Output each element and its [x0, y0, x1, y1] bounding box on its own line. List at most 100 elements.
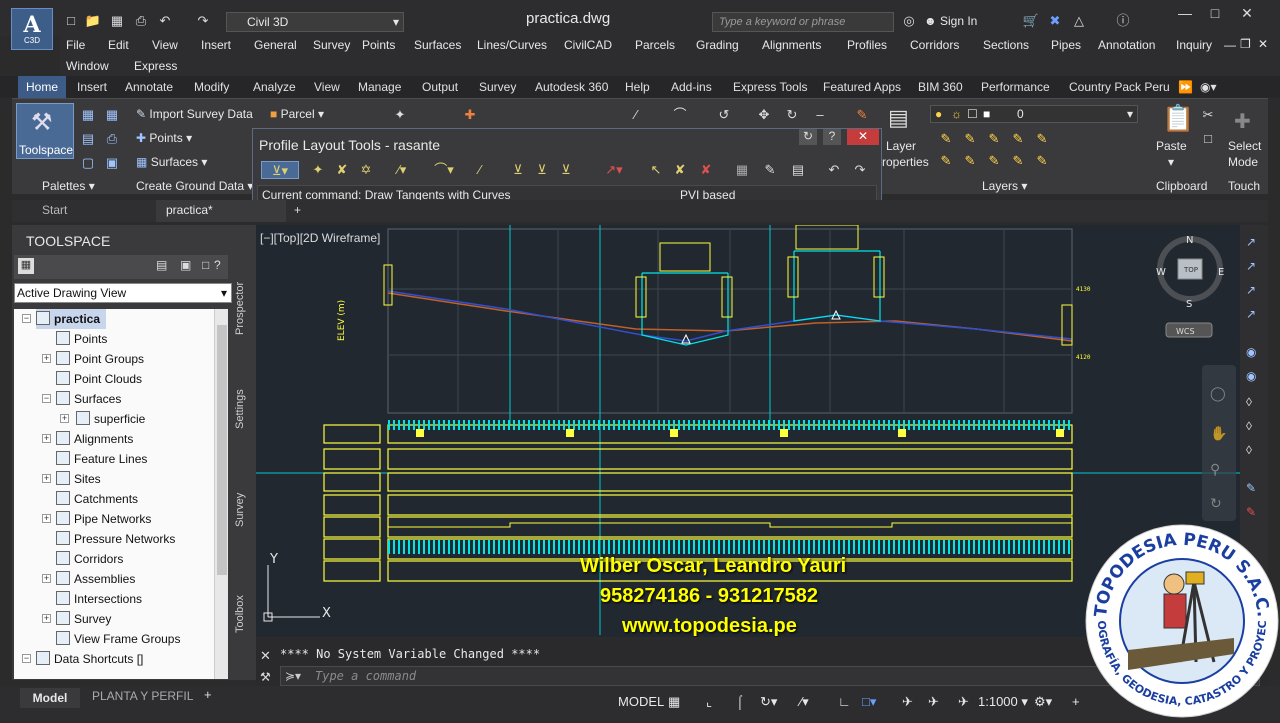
snap-icon[interactable]: ⌞ — [706, 694, 712, 710]
snap-icon[interactable]: ◊ — [1246, 443, 1252, 457]
pvi-add-icon[interactable]: ⊻ — [533, 161, 551, 179]
expand-icon[interactable]: + — [42, 614, 51, 623]
tab-manage[interactable]: Manage — [358, 80, 401, 94]
plus-icon[interactable]: + — [1072, 694, 1080, 709]
layer-tool-icon[interactable]: ✎ — [986, 153, 1002, 169]
import-survey-button[interactable]: ✎ Import Survey Data — [136, 107, 253, 121]
expand-icon[interactable]: + — [42, 434, 51, 443]
model-tab[interactable]: Model — [20, 688, 80, 708]
paste-icon[interactable]: 📋 — [1162, 103, 1194, 134]
annotation-icon[interactable]: ✈ — [902, 694, 913, 710]
menu-edit[interactable]: Edit — [108, 38, 129, 52]
side-tab-settings[interactable]: Settings — [234, 389, 246, 429]
globe-icon[interactable]: ◉ — [1246, 369, 1256, 383]
create-ground-panel-title[interactable]: Create Ground Data ▾ — [136, 179, 253, 193]
layer-tool-icon[interactable]: ✎ — [1010, 131, 1026, 147]
refresh-icon[interactable]: ↻ — [799, 129, 817, 145]
palettes-panel-title[interactable]: Palettes ▾ — [42, 179, 95, 193]
profile-grid-icon[interactable]: ▤ — [789, 161, 807, 179]
viewport-controls-label[interactable]: [−][Top][2D Wireframe] — [260, 231, 380, 245]
toolspace-button[interactable]: ⚒ Toolspace — [16, 103, 74, 159]
binoculars-icon[interactable]: ◎ — [900, 13, 918, 29]
tab-country-pack-peru[interactable]: Country Pack Peru — [1069, 80, 1170, 94]
tree-item-data-shortcuts[interactable]: Data Shortcuts [] — [36, 649, 143, 669]
tab-start[interactable]: Start — [42, 203, 67, 217]
menu-pipes[interactable]: Pipes — [1051, 38, 1081, 52]
menu-window[interactable]: Window — [66, 59, 109, 73]
ribbon-options-icon[interactable]: ◉▾ — [1200, 80, 1217, 94]
layer-properties-icon[interactable]: ▤ — [888, 105, 909, 131]
pencil-icon[interactable]: ✎ — [854, 107, 870, 123]
draw-tool-icon[interactable]: ✦ — [392, 107, 408, 123]
close-doc-icon[interactable]: ✕ — [1258, 37, 1268, 51]
tangent-tool-icon[interactable]: ∕▾ — [387, 161, 417, 179]
restore-doc-icon[interactable]: ❐ — [1240, 37, 1251, 51]
exchange-icon[interactable]: ✖ — [1046, 13, 1064, 29]
panel-icon[interactable]: ▦ — [80, 107, 96, 123]
tool-icon[interactable]: ↗ — [1246, 283, 1256, 297]
tab-home[interactable]: Home — [18, 76, 67, 98]
side-tab-survey[interactable]: Survey — [234, 493, 246, 527]
workspace-icon[interactable]: ✈ — [928, 694, 939, 710]
insert-pvi-icon[interactable]: ✦ — [309, 161, 327, 179]
panel-icon[interactable]: □ — [202, 258, 209, 272]
tab-analyze[interactable]: Analyze — [253, 80, 296, 94]
isodraft-icon[interactable]: ∕▾ — [800, 694, 809, 710]
model-space-toggle[interactable]: MODEL — [618, 694, 664, 709]
surfaces-button[interactable]: ▦ Surfaces ▾ — [136, 155, 207, 169]
delete-sub-entity-icon[interactable]: ✘ — [697, 161, 715, 179]
tab-annotate[interactable]: Annotate — [125, 80, 173, 94]
menu-general[interactable]: General — [254, 38, 297, 52]
select-entity-icon[interactable]: ↖ — [647, 161, 665, 179]
tree-scrollbar-thumb[interactable] — [217, 325, 227, 575]
tree-item-point-clouds[interactable]: Point Clouds — [56, 369, 142, 389]
polar-icon[interactable]: ↻▾ — [760, 694, 777, 710]
tree-item-surfaces[interactable]: Surfaces — [56, 389, 121, 409]
side-tab-prospector[interactable]: Prospector — [234, 282, 246, 335]
item-view-icon[interactable]: ▣ — [180, 258, 191, 272]
osnap-icon[interactable]: ∟ — [838, 694, 851, 709]
a360-icon[interactable]: △ — [1070, 13, 1088, 29]
workspace-dropdown[interactable]: Civil 3D ▾ — [226, 12, 404, 32]
menu-corridors[interactable]: Corridors — [910, 38, 959, 52]
tree-item-feature-lines[interactable]: Feature Lines — [56, 449, 147, 469]
help-icon[interactable]: ? — [214, 258, 221, 272]
tree-item-alignments[interactable]: Alignments — [56, 429, 133, 449]
tree-item-corridors[interactable]: Corridors — [56, 549, 123, 569]
tree-item-intersections[interactable]: Intersections — [56, 589, 142, 609]
layer-tool-icon[interactable]: ✎ — [938, 131, 954, 147]
new-tab-icon[interactable]: + — [294, 203, 301, 217]
expand-icon[interactable]: + — [42, 574, 51, 583]
settings-icon[interactable]: ⚙▾ — [1034, 694, 1052, 710]
menu-inquiry[interactable]: Inquiry — [1176, 38, 1212, 52]
new-file-icon[interactable]: □ — [62, 13, 80, 29]
help-icon[interactable]: ⓘ — [1114, 13, 1132, 29]
points-button[interactable]: ✚ Points ▾ — [136, 131, 192, 145]
menu-express[interactable]: Express — [134, 59, 177, 73]
menu-lines-curves[interactable]: Lines/Curves — [477, 38, 547, 52]
layer-tool-icon[interactable]: ✎ — [986, 131, 1002, 147]
menu-sections[interactable]: Sections — [983, 38, 1029, 52]
tab-practica[interactable]: practica* — [156, 200, 286, 222]
close-icon[interactable]: ✕ — [260, 648, 271, 664]
tool-icon[interactable]: ↗ — [1246, 235, 1256, 249]
expand-icon[interactable]: + — [60, 414, 69, 423]
tab-add-ins[interactable]: Add-ins — [671, 80, 712, 94]
navigation-bar[interactable]: ◯ ✋ ⚲ ↻ — [1202, 365, 1236, 521]
draw-tool-icon[interactable]: ✚ — [462, 107, 478, 123]
prospector-icon[interactable]: ▦ — [18, 258, 34, 274]
tool-icon[interactable]: ↗ — [1246, 259, 1256, 273]
select-mode-icon[interactable]: ✚ — [1234, 109, 1251, 134]
table-icon[interactable]: ▤ — [80, 131, 96, 147]
ortho-icon[interactable]: ⌠ — [736, 694, 744, 709]
delete-pvi-icon[interactable]: ✘ — [333, 161, 351, 179]
globe-icon[interactable]: ◉ — [1246, 345, 1256, 359]
expand-icon[interactable]: + — [42, 474, 51, 483]
parcel-button[interactable]: ■ Parcel ▾ — [270, 107, 324, 121]
draw-icon[interactable]: ✎ — [1246, 481, 1256, 495]
redo-icon[interactable]: ↷ — [194, 13, 212, 29]
tab-output[interactable]: Output — [422, 80, 458, 94]
add-layout-icon[interactable]: + — [204, 687, 212, 702]
paste-label[interactable]: Paste — [1156, 139, 1187, 153]
layers-icon[interactable]: ▣ — [104, 155, 120, 171]
